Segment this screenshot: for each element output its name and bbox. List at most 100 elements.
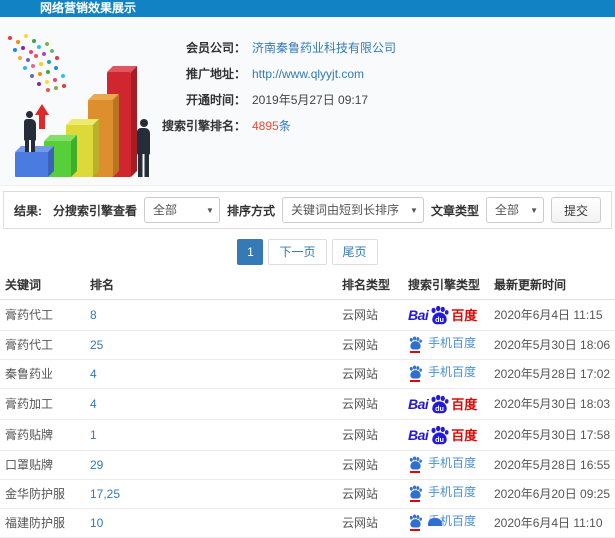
article-type-label: 文章类型 — [430, 203, 479, 218]
company-info: 会员公司： 济南秦鲁药业科技有限公司 推广地址： http://www.qlyy… — [160, 40, 396, 144]
submit-button[interactable]: 提交 — [550, 197, 601, 223]
marketing-growth-illustration — [2, 30, 177, 180]
mobile-baidu-logo[interactable]: 手机百度 — [408, 336, 477, 353]
pagination: 1 下一页 尾页 — [0, 239, 615, 265]
mobile-baidu-label: 手机百度 — [428, 485, 477, 499]
page-1-button[interactable]: 1 — [237, 239, 264, 265]
open-time-value: 2019年5月27日 09:17 — [252, 93, 369, 107]
rank-cell: 4 — [85, 388, 337, 420]
table-header-row: 关键词 排名 排名类型 搜索引擎类型 最新更新时间 — [0, 271, 615, 300]
table-row: 口罩贴牌 29 云网站 Bai du 百度 — [0, 450, 615, 480]
keyword-cell: 膏药加工 — [0, 388, 85, 420]
rank-link[interactable]: 4 — [90, 397, 97, 411]
header-rank: 排名 — [85, 271, 337, 300]
rank-cell: 17,25 — [85, 479, 337, 509]
rank-link[interactable]: 25 — [90, 338, 103, 352]
mobile-baidu-label: 手机百度 — [428, 365, 477, 379]
open-time-label: 开通时间： — [185, 93, 246, 107]
chevron-down-icon: ▼ — [410, 206, 418, 215]
engine-cell: Bai du 百度 — [403, 388, 489, 420]
rank-cell: 29 — [85, 450, 337, 480]
member-company-link[interactable]: 济南秦鲁药业科技有限公司 — [252, 40, 396, 56]
engine-cell: Bai du 百度 — [403, 359, 489, 389]
keyword-cell: 金华防护服 — [0, 479, 85, 509]
rank-link[interactable]: 1 — [90, 428, 97, 442]
updated-cell: 2020年5月30日 18:03 — [489, 388, 615, 420]
mobile-baidu-paw-icon — [408, 456, 423, 473]
partial-next-row — [0, 516, 615, 526]
keyword-cell: 膏药代工 — [0, 299, 85, 331]
rank-cell: 25 — [85, 330, 337, 360]
header-keyword: 关键词 — [0, 271, 85, 300]
rank-cell: 4 — [85, 359, 337, 389]
member-company-row: 会员公司： 济南秦鲁药业科技有限公司 — [160, 40, 396, 56]
sort-select-value: 关键词由短到长排序 — [290, 203, 399, 217]
rank-link[interactable]: 17,25 — [90, 487, 120, 501]
next-page-button[interactable]: 下一页 — [268, 239, 327, 265]
baidu-logo[interactable]: Bai du 百度 — [408, 305, 477, 325]
rank-type-cell: 云网站 — [337, 419, 403, 451]
mobile-baidu-logo[interactable]: 手机百度 — [408, 456, 477, 473]
rank-cell: 1 — [85, 419, 337, 451]
table-row: 膏药加工 4 云网站 Bai du 百度 2020年5月30日 18:03 — [0, 388, 615, 420]
baidu-logo[interactable]: Bai du 百度 — [408, 425, 477, 445]
chevron-down-icon: ▼ — [206, 206, 214, 215]
mobile-baidu-logo[interactable]: 手机百度 — [408, 365, 477, 382]
article-type-select-value: 全部 — [494, 203, 519, 217]
updated-cell: 2020年5月30日 18:06 — [489, 330, 615, 360]
table-row: 膏药代工 25 云网站 Bai du 百度 — [0, 330, 615, 360]
table-body: 膏药代工 8 云网站 Bai du 百度 2020年6月4日 11:15 膏药代… — [0, 299, 615, 538]
result-label: 结果: — [14, 203, 42, 218]
engine-select[interactable]: 全部 ▼ — [143, 197, 220, 223]
engine-rank-label: 搜索引擎排名： — [161, 119, 246, 133]
svg-text:du: du — [435, 404, 444, 413]
engine-filter-label: 分搜索引擎查看 — [52, 203, 137, 218]
keyword-cell: 秦鲁药业 — [0, 359, 85, 389]
rank-link[interactable]: 4 — [90, 367, 97, 381]
bar-blue — [15, 146, 54, 177]
baidu-paw-icon: du — [431, 425, 449, 444]
svg-text:du: du — [435, 315, 444, 324]
baidu-paw-icon: du — [431, 394, 449, 413]
header-engine-type: 搜索引擎类型 — [403, 271, 489, 300]
keyword-cell: 口罩贴牌 — [0, 450, 85, 480]
updated-cell: 2020年5月30日 17:58 — [489, 419, 615, 451]
engine-rank-row: 搜索引擎排名： 4895 条 — [160, 118, 396, 134]
mobile-baidu-paw-icon — [408, 365, 423, 382]
last-page-button[interactable]: 尾页 — [331, 239, 378, 265]
sort-filter-label: 排序方式 — [226, 203, 275, 218]
promo-url-row: 推广地址： http://www.qlyyjt.com — [160, 66, 396, 82]
promo-url-link[interactable]: http://www.qlyyjt.com — [252, 66, 364, 82]
baidu-paw-icon: du — [431, 305, 449, 324]
rank-link[interactable]: 29 — [90, 458, 103, 472]
info-panel: 会员公司： 济南秦鲁药业科技有限公司 推广地址： http://www.qlyy… — [0, 17, 615, 186]
title-bar: 网络营销效果展示 — [0, 0, 615, 17]
mobile-baidu-paw-icon — [408, 485, 423, 502]
chevron-down-icon: ▼ — [530, 206, 538, 215]
engine-cell: Bai du 百度 — [403, 419, 489, 451]
member-company-label: 会员公司： — [185, 41, 246, 55]
rank-type-cell: 云网站 — [337, 388, 403, 420]
updated-cell: 2020年5月28日 16:55 — [489, 450, 615, 480]
rank-cell: 8 — [85, 299, 337, 331]
mobile-baidu-label: 手机百度 — [428, 336, 477, 350]
mobile-baidu-label: 手机百度 — [428, 456, 477, 470]
updated-cell: 2020年6月4日 11:15 — [489, 299, 615, 331]
rank-link[interactable]: 8 — [90, 308, 97, 322]
sort-select[interactable]: 关键词由短到长排序 ▼ — [281, 197, 424, 223]
baidu-logo[interactable]: Bai du 百度 — [408, 394, 477, 414]
engine-cell: Bai du 百度 — [403, 479, 489, 509]
header-updated: 最新更新时间 — [489, 271, 615, 300]
rank-type-cell: 云网站 — [337, 330, 403, 360]
svg-text:du: du — [435, 435, 444, 444]
header-rank-type: 排名类型 — [337, 271, 403, 300]
keyword-cell: 膏药贴牌 — [0, 419, 85, 451]
engine-cell: Bai du 百度 — [403, 330, 489, 360]
filter-controls: 分搜索引擎查看 全部 ▼ 排序方式 关键词由短到长排序 ▼ 文章类型 全部 ▼ … — [53, 197, 601, 223]
engine-select-value: 全部 — [152, 203, 177, 217]
engine-rank-count: 4895 — [252, 119, 279, 133]
open-time-row: 开通时间： 2019年5月27日 09:17 — [160, 92, 396, 108]
businessman-right — [134, 119, 154, 177]
mobile-baidu-logo[interactable]: 手机百度 — [408, 485, 477, 502]
article-type-select[interactable]: 全部 ▼ — [485, 197, 544, 223]
